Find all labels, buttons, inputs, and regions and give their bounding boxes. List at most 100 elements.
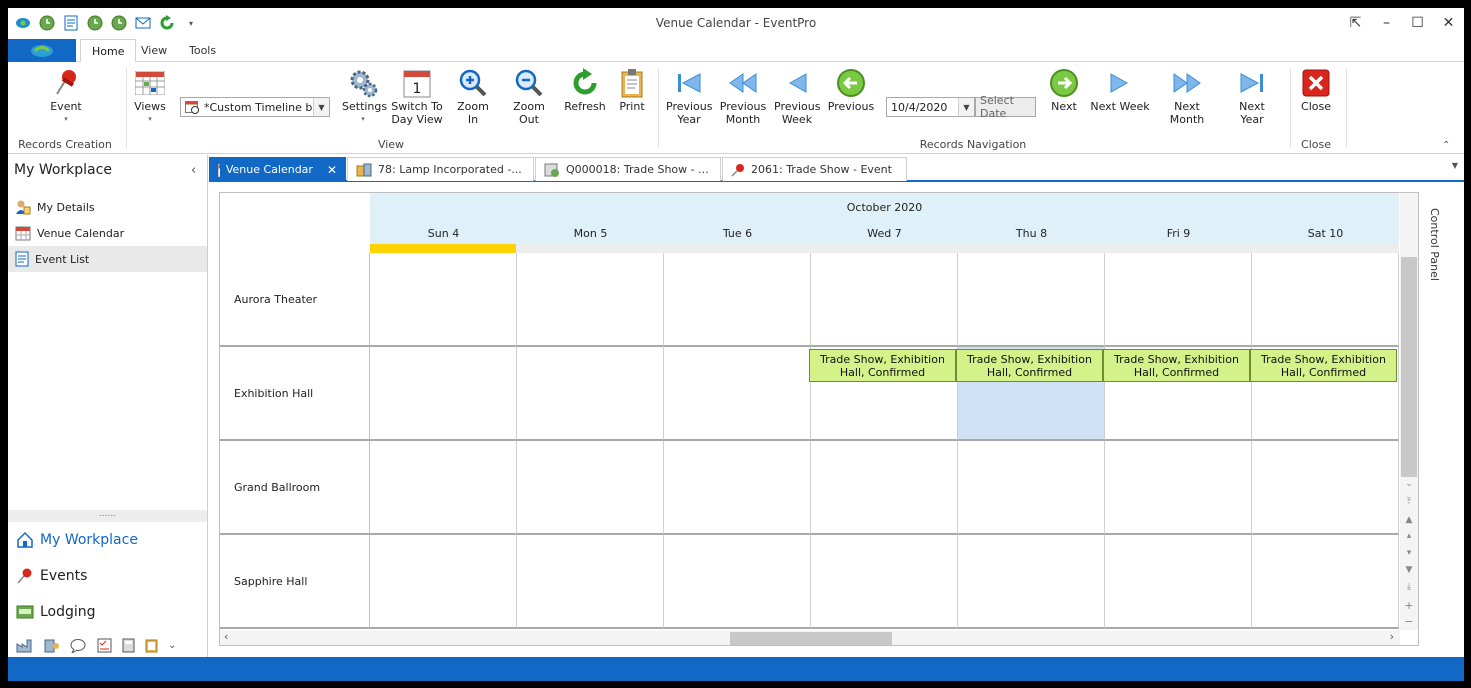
people-building-icon[interactable] bbox=[43, 638, 60, 653]
scroll-to-top-icon[interactable]: ⤒ bbox=[1400, 497, 1418, 507]
collapse-ribbon-icon[interactable]: ⌃ bbox=[1442, 140, 1450, 151]
calendar-cell[interactable] bbox=[664, 347, 811, 441]
calculator-icon[interactable] bbox=[122, 638, 135, 653]
day-header-sat[interactable]: Sat 10 bbox=[1252, 227, 1399, 240]
calendar-cell[interactable] bbox=[1252, 253, 1399, 347]
tab-view[interactable]: View bbox=[130, 39, 178, 63]
close-tab-icon[interactable]: ✕ bbox=[327, 163, 337, 177]
day-header-sun[interactable]: Sun 4 bbox=[370, 227, 517, 240]
timeline-view-select[interactable]: *Custom Timeline b... ▼ bbox=[180, 97, 330, 117]
vertical-scrollbar[interactable]: ⌄ ⤒ ▲ ▴ ▾ ▼ ⤓ + − bbox=[1400, 193, 1418, 630]
day-header-tue[interactable]: Tue 6 bbox=[664, 227, 811, 240]
calendar-cell[interactable] bbox=[370, 535, 517, 629]
checklist-icon[interactable] bbox=[97, 638, 112, 653]
previous-year-button[interactable]: Previous Year bbox=[666, 66, 713, 126]
horizontal-scroll-thumb[interactable] bbox=[730, 632, 892, 645]
previous-button[interactable]: Previous bbox=[826, 66, 876, 113]
speech-bubble-icon[interactable] bbox=[70, 638, 87, 653]
calendar-cell[interactable] bbox=[811, 441, 958, 535]
section-my-workplace[interactable]: My Workplace bbox=[16, 531, 138, 549]
chevron-down-icon[interactable]: ▼ bbox=[313, 98, 329, 116]
date-picker[interactable]: 10/4/2020 ▼ bbox=[886, 97, 975, 117]
calendar-cell[interactable] bbox=[370, 253, 517, 347]
calendar-cell[interactable] bbox=[664, 253, 811, 347]
horizontal-scrollbar[interactable]: ‹ › bbox=[220, 630, 1400, 645]
event-block[interactable]: Trade Show, Exhibition Hall, Confirmed bbox=[809, 349, 956, 382]
doc-tab-event-trade-show[interactable]: 2061: Trade Show - Event bbox=[722, 157, 907, 181]
scroll-to-bottom-icon[interactable]: ⤓ bbox=[1400, 582, 1418, 592]
calendar-cell[interactable] bbox=[517, 535, 664, 629]
calendar-cell[interactable] bbox=[1252, 441, 1399, 535]
vertical-scroll-thumb[interactable] bbox=[1401, 257, 1417, 477]
clipboard-icon[interactable] bbox=[145, 638, 158, 653]
collapse-pane-icon[interactable]: ‹ bbox=[191, 163, 196, 178]
close-window-button[interactable]: ✕ bbox=[1433, 8, 1464, 38]
calendar-cell[interactable] bbox=[958, 441, 1105, 535]
page-up-icon[interactable]: ▲ bbox=[1400, 515, 1418, 525]
day-header-wed[interactable]: Wed 7 bbox=[811, 227, 958, 240]
day-header-mon[interactable]: Mon 5 bbox=[517, 227, 664, 240]
minimize-button[interactable]: – bbox=[1371, 8, 1402, 38]
calendar-cell[interactable] bbox=[1252, 535, 1399, 629]
event-block[interactable]: Trade Show, Exhibition Hall, Confirmed bbox=[956, 349, 1103, 382]
zoom-in-button[interactable]: Zoom In bbox=[452, 66, 494, 126]
section-events[interactable]: Events bbox=[16, 567, 87, 585]
chevron-down-icon[interactable]: ⌄ bbox=[1400, 479, 1418, 489]
close-button[interactable]: Close bbox=[1298, 66, 1334, 113]
calendar-cell[interactable] bbox=[1105, 535, 1252, 629]
section-lodging[interactable]: Lodging bbox=[16, 603, 96, 621]
next-button[interactable]: Next bbox=[1046, 66, 1082, 113]
doc-tab-lamp-incorporated[interactable]: 78: Lamp Incorporated -... bbox=[347, 157, 534, 181]
control-panel-toggle[interactable]: Control Panel bbox=[1427, 208, 1445, 288]
restore-ribbon-icon[interactable]: ⇱ bbox=[1340, 8, 1371, 38]
calendar-cell[interactable] bbox=[958, 535, 1105, 629]
event-button[interactable]: Event ▾ bbox=[46, 66, 86, 126]
settings-button[interactable]: Settings ▾ bbox=[342, 66, 387, 126]
factory-icon[interactable] bbox=[16, 638, 33, 653]
calendar-cell[interactable] bbox=[811, 535, 958, 629]
nav-item-venue-calendar[interactable]: Venue Calendar bbox=[8, 220, 207, 246]
nav-item-event-list[interactable]: Event List bbox=[8, 246, 207, 272]
zoom-out-button[interactable]: Zoom Out bbox=[502, 66, 556, 126]
scroll-left-icon[interactable]: ‹ bbox=[224, 630, 228, 643]
previous-month-button[interactable]: Previous Month bbox=[718, 66, 768, 126]
tab-home[interactable]: Home bbox=[80, 39, 137, 63]
maximize-button[interactable]: ☐ bbox=[1402, 8, 1433, 38]
next-year-button[interactable]: Next Year bbox=[1226, 66, 1278, 126]
chevron-down-icon[interactable]: ▼ bbox=[958, 98, 974, 116]
doc-tab-quote-trade-show[interactable]: Q000018: Trade Show - ... bbox=[535, 157, 721, 181]
calendar-cell[interactable] bbox=[1105, 441, 1252, 535]
previous-week-button[interactable]: Previous Week bbox=[774, 66, 821, 126]
calendar-cell[interactable] bbox=[1105, 253, 1252, 347]
day-header-thu[interactable]: Thu 8 bbox=[958, 227, 1105, 240]
day-header-fri[interactable]: Fri 9 bbox=[1105, 227, 1252, 240]
select-date-button[interactable]: Select Date bbox=[975, 94, 1036, 120]
refresh-button[interactable]: Refresh bbox=[563, 66, 607, 113]
next-week-button[interactable]: Next Week bbox=[1090, 66, 1150, 113]
scroll-up-icon[interactable]: ▴ bbox=[1400, 531, 1418, 541]
chevron-down-icon[interactable]: ⌄ bbox=[168, 640, 176, 651]
calendar-cell[interactable] bbox=[370, 441, 517, 535]
views-button[interactable]: Views ▾ bbox=[134, 66, 166, 126]
calendar-cell[interactable] bbox=[958, 253, 1105, 347]
calendar-cell[interactable] bbox=[664, 535, 811, 629]
print-button[interactable]: Print bbox=[616, 66, 648, 113]
event-block[interactable]: Trade Show, Exhibition Hall, Confirmed bbox=[1250, 349, 1397, 382]
tab-list-dropdown-icon[interactable]: ▼ bbox=[1452, 161, 1458, 170]
switch-to-day-view-button[interactable]: 1 Switch To Day View bbox=[391, 66, 443, 126]
page-down-icon[interactable]: ▼ bbox=[1400, 565, 1418, 575]
tab-tools[interactable]: Tools bbox=[178, 39, 227, 63]
scroll-right-icon[interactable]: › bbox=[1390, 630, 1394, 643]
minus-icon[interactable]: − bbox=[1400, 615, 1418, 628]
application-menu-button[interactable] bbox=[8, 39, 76, 62]
plus-icon[interactable]: + bbox=[1400, 599, 1418, 612]
scroll-down-icon[interactable]: ▾ bbox=[1400, 548, 1418, 558]
calendar-cell[interactable] bbox=[664, 441, 811, 535]
pane-splitter[interactable]: ...... bbox=[8, 510, 207, 522]
next-month-button[interactable]: Next Month bbox=[1156, 66, 1218, 126]
calendar-cell[interactable] bbox=[811, 253, 958, 347]
calendar-cell[interactable] bbox=[517, 253, 664, 347]
doc-tab-venue-calendar[interactable]: Venue Calendar ✕ bbox=[209, 157, 346, 181]
nav-item-my-details[interactable]: My Details bbox=[8, 194, 207, 220]
calendar-cell[interactable] bbox=[517, 441, 664, 535]
